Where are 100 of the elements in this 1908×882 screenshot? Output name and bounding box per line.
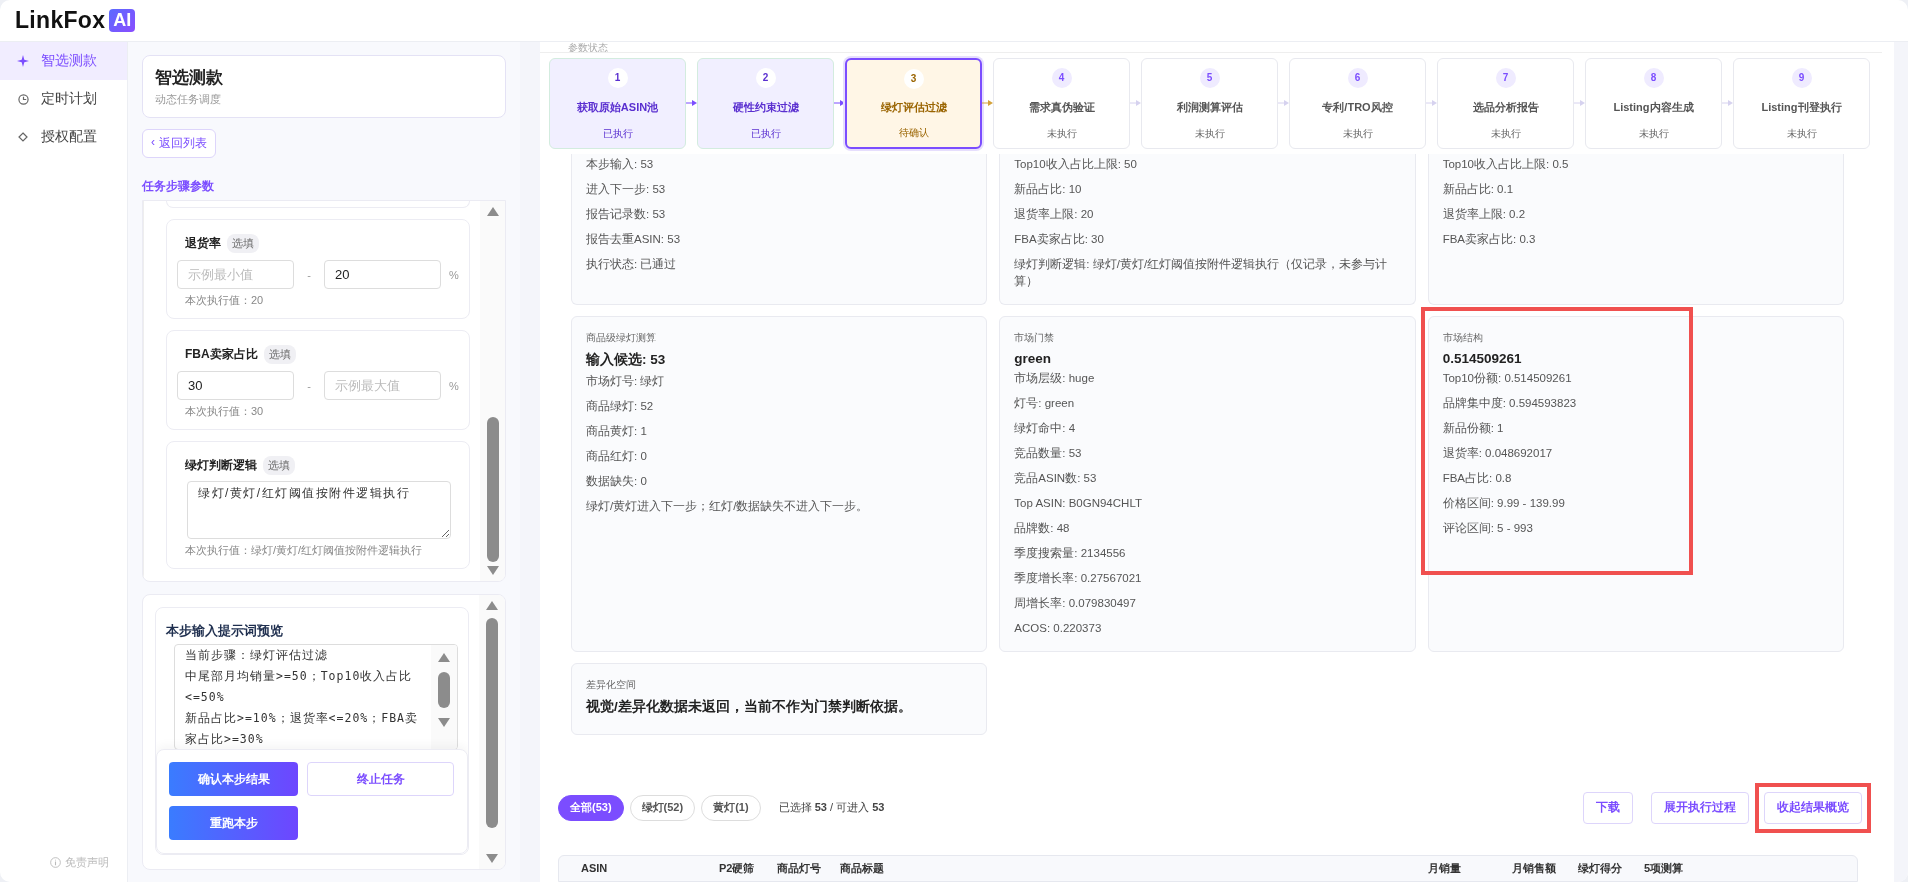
step-card[interactable]: 8 Listing内容生成 未执行 (1585, 57, 1722, 149)
card-line: 本步输入: 53 (586, 156, 655, 172)
filter-chip[interactable]: 绿灯(52) (629, 794, 696, 821)
step-card[interactable]: 9 Listing刊登执行 未执行 (1733, 57, 1870, 149)
filter-chip[interactable]: 全部(53) (558, 794, 624, 821)
logic-textarea[interactable]: 绿灯/黄灯/红灯阈值按附件逻辑执行 (187, 481, 451, 539)
card-headline: 视觉/差异化数据未返回，当前不作为门禁判断依据。 (586, 697, 913, 716)
card-line: 竞品ASIN数: 53 (1014, 470, 1098, 486)
arrow-icon (1722, 99, 1733, 108)
brand-logo-badge: AI (109, 9, 136, 32)
column-header: 月销量 (1428, 860, 1462, 876)
card-line: 商品绿灯: 52 (586, 398, 655, 414)
card-line: 新品份额: 1 (1442, 420, 1505, 436)
step-status: 已执行 (602, 126, 633, 141)
scroll-up-icon[interactable] (486, 207, 499, 216)
scroll-up-icon[interactable] (438, 653, 450, 662)
step-title: 绿灯评估过滤 (880, 99, 947, 115)
prompt-line: 当前步骤：绿灯评估过滤 (185, 647, 329, 664)
column-header: 月销售额 (1512, 860, 1557, 876)
scroll-down-icon[interactable] (486, 854, 498, 863)
optional-tag: 选填 (263, 345, 296, 364)
min-input[interactable]: 示例最小值 (177, 260, 294, 289)
task-title: 智选测款 (155, 67, 224, 89)
prompt-line: 中尾部月均销量>=50；Top10收入占比<=50% (185, 668, 414, 706)
step-status: 未执行 (1786, 126, 1817, 141)
card-line: 品牌数: 48 (1014, 520, 1071, 536)
action-button[interactable]: 重跑本步 (169, 806, 298, 840)
scrollbar-thumb[interactable] (438, 672, 450, 708)
field-label: 退货率 (185, 235, 221, 252)
step-number: 3 (903, 68, 924, 89)
filter-chip[interactable]: 黄灯(1) (701, 794, 761, 821)
card-line: 季度搜索量: 2134556 (1014, 545, 1127, 561)
column-header: 绿灯得分 (1578, 860, 1623, 876)
brand-logo-text: LinkFox (15, 7, 106, 34)
current-value: 本次执行值：20 (184, 293, 265, 308)
min-input[interactable]: 30 (177, 371, 294, 400)
step-title: Listing刊登执行 (1761, 99, 1842, 115)
card-line: 报告记录数: 53 (586, 206, 667, 222)
arrow-icon (982, 99, 993, 108)
card-line: 绿灯命中: 4 (1014, 420, 1077, 436)
task-subtitle: 动态任务调度 (155, 92, 222, 107)
arrow-icon (834, 99, 845, 108)
nav-item[interactable]: 定时计划 (0, 80, 127, 118)
scrollbar-thumb[interactable] (486, 417, 499, 562)
step-card[interactable]: 5 利润测算评估 未执行 (1141, 57, 1278, 149)
card-line: FBA卖家占比: 0.3 (1442, 231, 1537, 247)
card-line: FBA占比: 0.8 (1442, 470, 1513, 486)
nav-item[interactable]: 智选测款 (0, 42, 127, 80)
card-line: 周增长率: 0.079830497 (1014, 595, 1137, 611)
step-number: 7 (1495, 67, 1516, 88)
card-line: 季度增长率: 0.27567021 (1014, 570, 1143, 586)
step-card[interactable]: 6 专利/TRO风控 未执行 (1289, 57, 1426, 149)
step-number: 2 (755, 67, 776, 88)
card-title: 差异化空间 (586, 677, 637, 692)
step-card[interactable]: 1 获取原始ASIN池 已执行 (549, 57, 686, 149)
clock-icon (17, 93, 29, 105)
card-line: 进入下一步: 53 (586, 181, 667, 197)
arrow-icon (686, 99, 697, 108)
column-header: 商品灯号 (777, 860, 822, 876)
scroll-down-icon[interactable] (438, 718, 450, 727)
toolbar-button[interactable]: 下载 (1583, 791, 1633, 824)
max-input[interactable]: 20 (324, 260, 441, 289)
step-number: 8 (1643, 67, 1664, 88)
step-status: 未执行 (1046, 126, 1077, 141)
column-header: 5项测算 (1644, 860, 1685, 876)
card-line: Top10收入占比上限: 50 (1014, 156, 1138, 172)
card-headline: 输入候选: 53 (586, 350, 667, 369)
card-line: Top10份额: 0.514509261 (1442, 370, 1573, 386)
toolbar-button[interactable]: 收起结果概览 (1764, 791, 1862, 824)
toolbar-button[interactable]: 展开执行过程 (1651, 791, 1749, 824)
nav-item[interactable]: 授权配置 (0, 118, 127, 156)
column-header: 商品标题 (840, 860, 885, 876)
max-input[interactable]: 示例最大值 (324, 371, 441, 400)
card-line: 退货率: 0.048692017 (1442, 445, 1554, 461)
scroll-up-icon[interactable] (486, 601, 498, 610)
step-card[interactable]: 4 需求真伪验证 未执行 (993, 57, 1130, 149)
action-button[interactable]: 确认本步结果 (169, 762, 298, 796)
card-line: 竞品数量: 53 (1014, 445, 1083, 461)
step-card[interactable]: 2 硬性约束过滤 已执行 (697, 57, 834, 149)
card-line: 新品占比: 10 (1014, 181, 1083, 197)
step-number: 1 (607, 67, 628, 88)
step-number: 5 (1199, 67, 1220, 88)
step-card[interactable]: 3 绿灯评估过滤 待确认 (845, 57, 982, 149)
step-title: 需求真伪验证 (1028, 99, 1095, 115)
step-card[interactable]: 7 选品分析报告 未执行 (1437, 57, 1574, 149)
card-line: 商品黄灯: 1 (586, 423, 648, 439)
column-header: ASIN (581, 862, 609, 875)
scrollbar-thumb[interactable] (486, 618, 498, 828)
card-line: 退货率上限: 20 (1014, 206, 1095, 222)
step-status: 未执行 (1194, 126, 1225, 141)
sparkle-icon (17, 55, 29, 67)
card-line: 商品红灯: 0 (586, 448, 648, 464)
step-status: 未执行 (1490, 126, 1521, 141)
card-line: 评论区间: 5 - 993 (1442, 520, 1534, 536)
scroll-down-icon[interactable] (486, 566, 499, 575)
step-status: 已执行 (750, 126, 781, 141)
back-button[interactable]: ‹ 返回列表 (142, 129, 216, 158)
action-button[interactable]: 终止任务 (307, 762, 454, 796)
step-title: 硬性约束过滤 (732, 99, 799, 115)
card-line: 市场层级: huge (1014, 370, 1096, 386)
